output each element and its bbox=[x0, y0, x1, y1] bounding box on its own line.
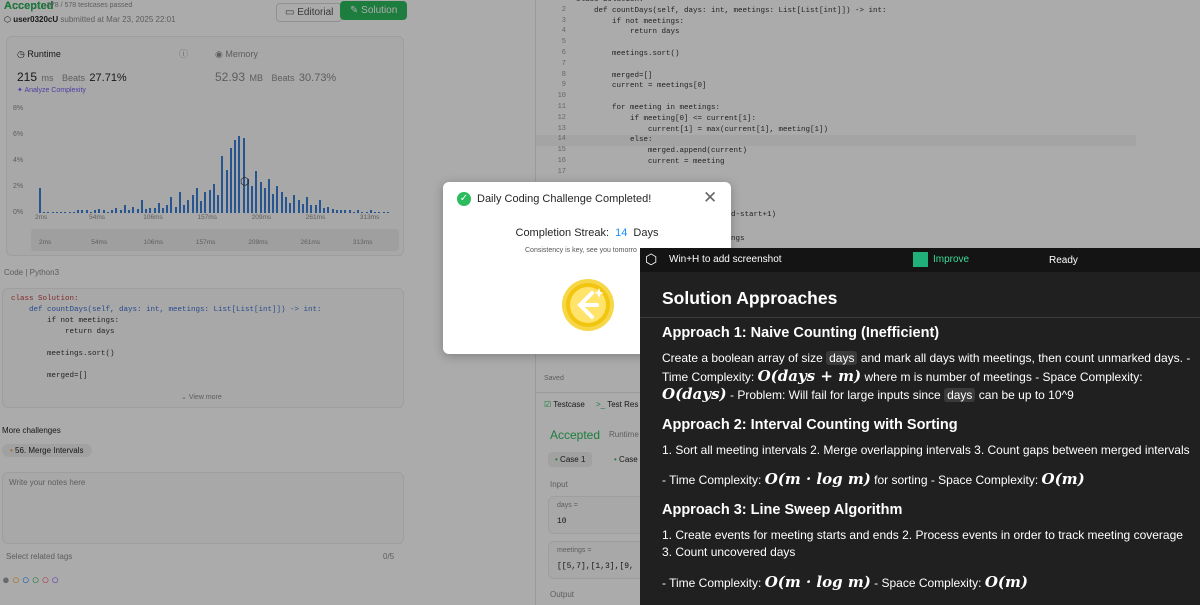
screenshot-shortcut-hint: Win+H to add screenshot bbox=[669, 254, 782, 265]
approach-2-steps: 1. Sort all meeting intervals 2. Merge o… bbox=[662, 442, 1190, 457]
streak-unit: Days bbox=[633, 227, 659, 239]
a3-math-1: O(m · log m) bbox=[764, 572, 871, 591]
approach-2-title: Approach 2: Interval Counting with Sorti… bbox=[662, 416, 958, 433]
approach-3-complexity: - Time Complexity: O(m · log m) - Space … bbox=[662, 572, 1192, 593]
leetcode-badge-icon bbox=[561, 278, 615, 332]
a1-text-5: can be up to 10^9 bbox=[978, 388, 1074, 402]
modal-title: Daily Coding Challenge Completed! bbox=[477, 193, 652, 205]
a3-text-2: - Space Complexity: bbox=[874, 575, 982, 590]
approach-2-complexity: - Time Complexity: O(m · log m) for sort… bbox=[662, 470, 1192, 490]
response-heading: Solution Approaches bbox=[662, 288, 838, 308]
a1-code-1: days bbox=[826, 351, 858, 365]
a2-text-2: for sorting - Space Complexity: bbox=[874, 473, 1039, 487]
a2-math-2: O(m) bbox=[1041, 470, 1085, 488]
a2-math-1: O(m · log m) bbox=[764, 470, 871, 488]
a2-text-1: - Time Complexity: bbox=[662, 473, 762, 487]
ai-topbar: ⬡ Win+H to add screenshot Improve Ready bbox=[640, 248, 1200, 272]
approach-3-title: Approach 3: Line Sweep Algorithm bbox=[662, 501, 903, 518]
close-icon[interactable]: ✕ bbox=[703, 188, 717, 208]
approach-3-steps: 1. Create events for meeting starts and … bbox=[662, 527, 1183, 560]
check-circle-icon: ✓ bbox=[457, 192, 471, 206]
streak-line: Completion Streak: 14 Days bbox=[443, 227, 731, 239]
a1-math-2: O(days) bbox=[662, 385, 727, 403]
a1-code-2: days bbox=[944, 388, 976, 402]
streak-value: 14 bbox=[615, 227, 628, 239]
ready-status: Ready bbox=[1049, 255, 1078, 266]
shield-icon: ⬡ bbox=[645, 251, 658, 267]
a1-math-1: O(days + m) bbox=[757, 366, 862, 385]
a3-text-1: - Time Complexity: bbox=[662, 575, 762, 590]
a3-math-2: O(m) bbox=[984, 572, 1028, 591]
a1-text-4: - Problem: Will fail for large inputs si… bbox=[729, 388, 941, 402]
modal-message: Consistency is key, see you tomorro bbox=[525, 247, 637, 254]
ai-response: Solution Approaches Approach 1: Naive Co… bbox=[662, 284, 1192, 604]
approach-1-title: Approach 1: Naive Counting (Inefficient) bbox=[662, 325, 940, 341]
a1-text-3: where m is number of meetings - Space Co… bbox=[864, 369, 1143, 384]
streak-label: Completion Streak: bbox=[515, 227, 610, 239]
improve-button[interactable]: Improve bbox=[933, 254, 969, 265]
ai-assistant-panel: ⬡ Win+H to add screenshot Improve Ready … bbox=[640, 248, 1200, 605]
improve-square-icon[interactable] bbox=[913, 252, 928, 267]
approach-1-text: Create a boolean array of size days and … bbox=[662, 350, 1192, 405]
a1-text-1: Create a boolean array of size bbox=[662, 351, 823, 365]
